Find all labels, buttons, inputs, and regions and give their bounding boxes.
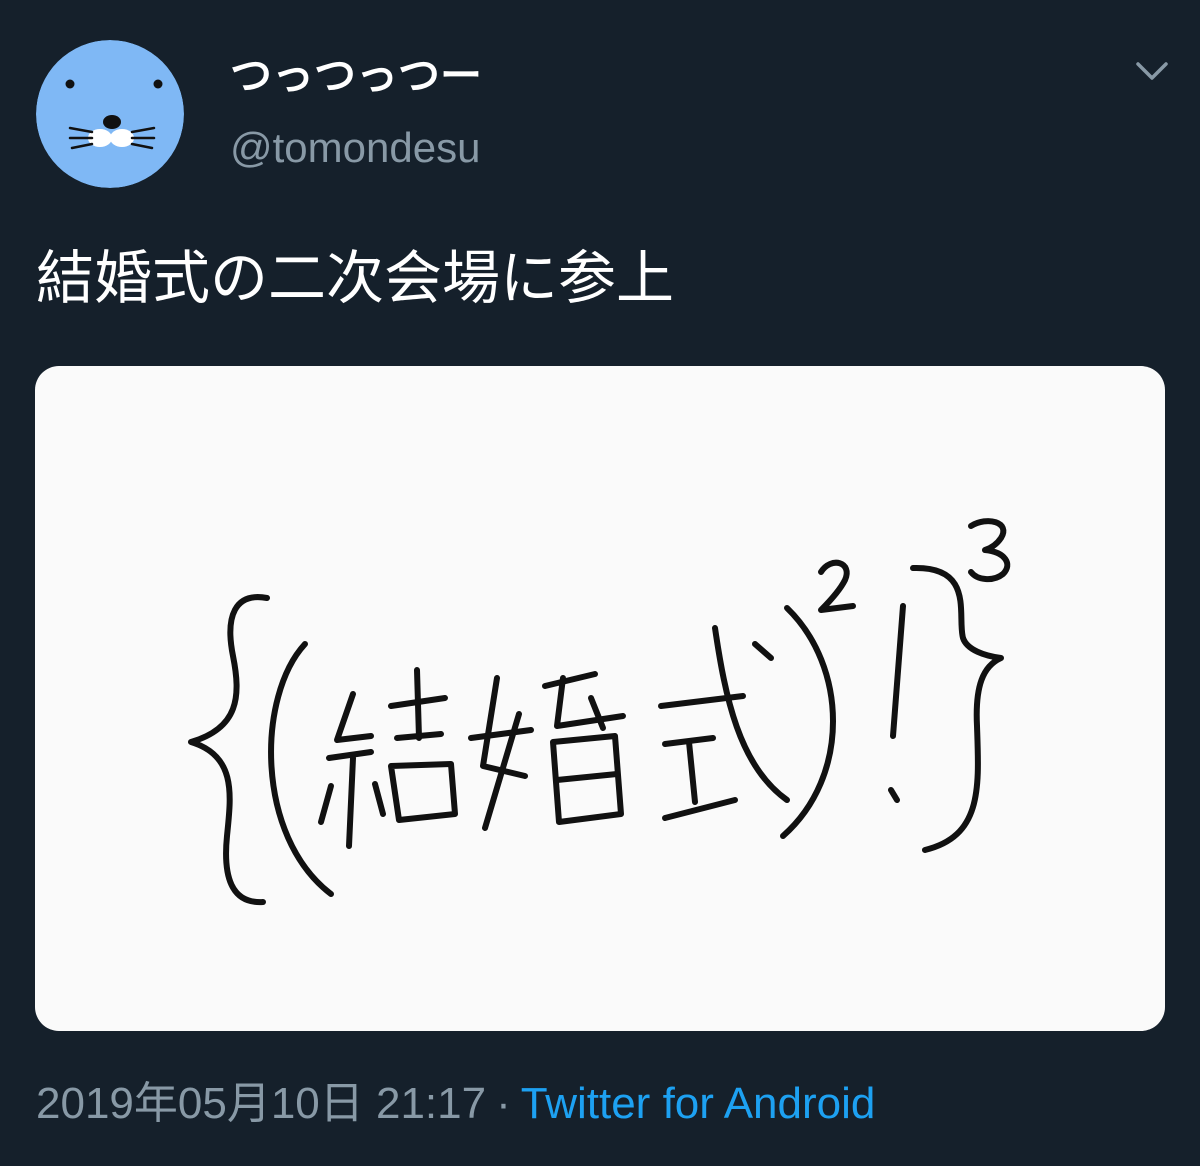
author-display-name[interactable]: つっつっつー (230, 52, 482, 100)
tweet-menu-button[interactable] (1130, 56, 1174, 88)
tweet-meta: 2019年05月10日 21:17 · Twitter for Android (36, 1078, 875, 1130)
tweet-source-link[interactable]: Twitter for Android (521, 1079, 876, 1128)
seal-face-avatar-icon (36, 40, 184, 188)
author-avatar[interactable] (36, 40, 184, 188)
handwritten-math-image (188, 518, 1011, 906)
tweet-timestamp[interactable]: 2019年05月10日 21:17 (36, 1079, 486, 1128)
meta-separator: · (496, 1079, 511, 1128)
tweet-text: 結婚式の二次会場に参上 (36, 244, 675, 312)
chevron-down-icon (1136, 62, 1168, 80)
tweet-media-image[interactable] (35, 366, 1165, 1031)
author-handle[interactable]: @tomondesu (230, 124, 480, 172)
tweet-card: つっつっつー @tomondesu 結婚式の二次会場に参上 2019年05月10… (0, 0, 1200, 1166)
